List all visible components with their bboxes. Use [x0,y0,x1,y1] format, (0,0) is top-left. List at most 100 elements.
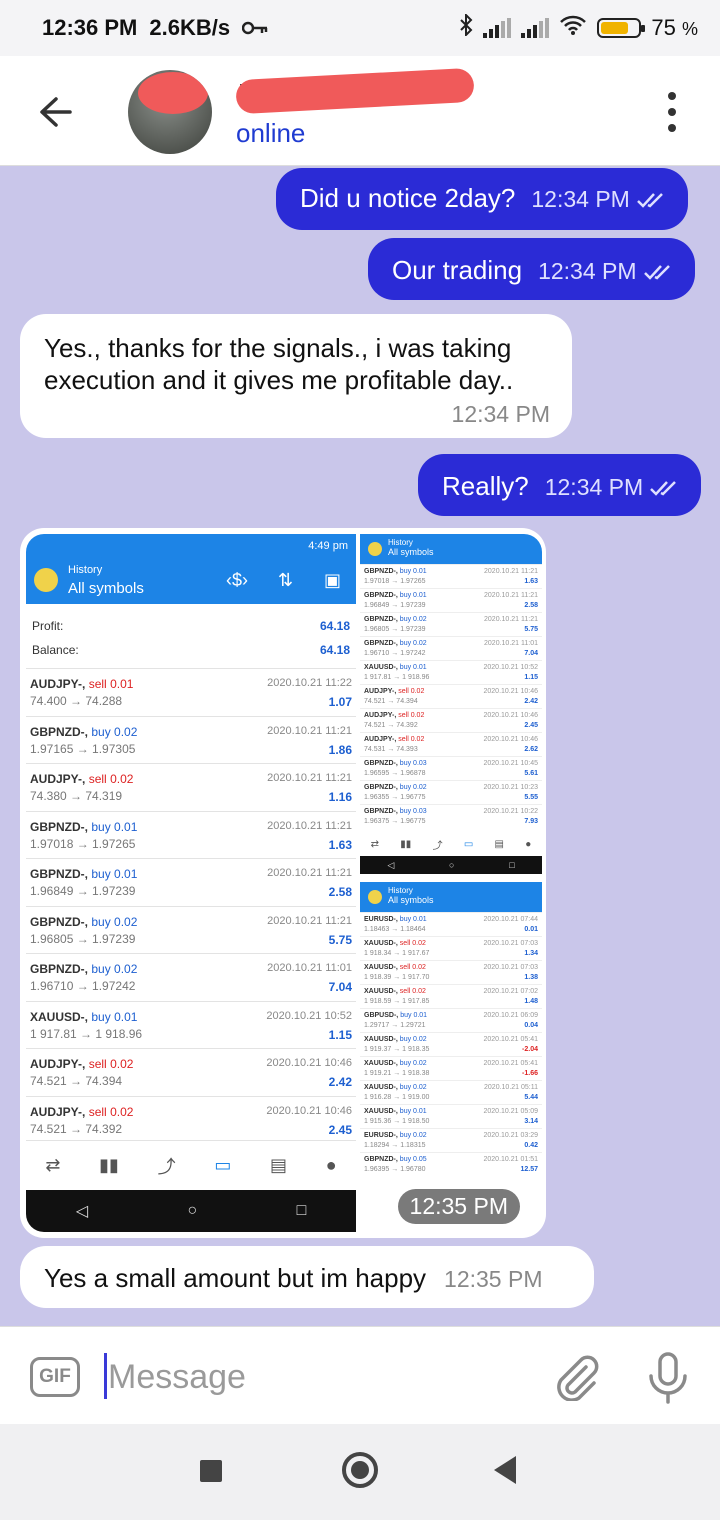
trade-profit: 7.04 [524,650,538,657]
trade-lot: 0.02 [110,1104,134,1119]
trade-row[interactable]: AUDJPY-, sell 0.02 74.521 → 74.392 2020.10… [26,1095,356,1144]
message-out[interactable]: Our trading 12:34 PM [368,238,695,300]
trade-date: 2020.10.21 10:46 [483,712,539,719]
trade-profit: 5.44 [524,1094,538,1101]
contact-name[interactable]: D [235,67,476,115]
back-button[interactable] [36,92,76,132]
trade-row[interactable]: GBPNZD-, buy 0.02 1.96805 → 1.97239 2020.1… [26,905,356,954]
trade-side: sell 0.02 [89,772,134,786]
trade-row[interactable]: GBPNZD-, buy 0.01 1.96849 → 1.97239 2020.1… [360,588,542,612]
trade-lot: 0.02 [114,724,138,739]
trend-icon: ⤴ [157,1156,176,1177]
screenshot-bottom[interactable]: History All symbols EURUSD-, buy 0.01 1.1… [360,882,542,1232]
trade-lot: 0.02 [412,964,426,971]
trade-prices: 1.96395 → 1.96780 [364,1166,426,1173]
avatar[interactable] [128,70,212,154]
home-button[interactable] [342,1452,378,1488]
gif-button[interactable]: GIF [30,1357,80,1397]
chat-icon: ● [525,838,532,850]
microphone-icon [649,1352,687,1404]
trade-row[interactable]: GBPNZD-, buy 0.02 1.97165 → 1.97305 2020.1… [26,715,356,764]
trade-row[interactable]: XAUUSD-, buy 0.01 1 917.81 → 1 918.96 2020… [26,1000,356,1049]
trade-row[interactable]: AUDJPY-, sell 0.02 74.521 → 74.392 2020.10… [360,708,542,732]
trade-symbol-text: GBPNZD-, [30,819,88,834]
trade-row[interactable]: XAUUSD-, buy 0.02 1 919.21 → 1 918.38 2020… [360,1056,542,1080]
trade-side-text: buy [399,568,412,575]
trade-side-text: buy [91,867,111,881]
screenshot-nav: ⇄ ▮▮ ⤴ ▭ ▤ ● [26,1140,356,1190]
message-text: Yes., thanks for the signals., i was tak… [44,333,514,395]
message-text: Really? [442,471,529,501]
trade-row[interactable]: GBPNZD-, buy 0.02 1.96710 → 1.97242 2020.1… [26,953,356,1001]
trade-row[interactable]: GBPUSD-, buy 0.01 1.29717 → 1.29721 2020.1… [360,1008,542,1032]
trade-symbol-text: XAUUSD-, [364,988,398,995]
summary-label: Profit: [32,619,64,633]
message-out[interactable]: Really? 12:34 PM [418,454,702,516]
trade-row[interactable]: XAUUSD-, buy 0.02 1 919.37 → 1 918.35 2020… [360,1032,542,1056]
screenshot-nav: ⇄ ▮▮ ⤴ ▭ ▤ ● [360,832,542,856]
trade-row[interactable]: AUDJPY-, sell 0.01 74.400 → 74.288 2020.10… [26,668,356,716]
message-in[interactable]: Yes., thanks for the signals., i was tak… [20,314,572,438]
trade-row[interactable]: XAUUSD-, sell 0.02 1 918.34 → 1 917.67 202… [360,936,542,960]
screenshot-title-small: History [388,886,413,895]
trade-row[interactable]: EURUSD-, buy 0.02 1.18294 → 1.18315 2020.1… [360,1128,542,1152]
trade-profit: 1.38 [524,974,538,981]
trade-row[interactable]: XAUUSD-, buy 0.01 1 915.36 → 1 918.50 2020… [360,1104,542,1128]
trade-row[interactable]: GBPNZD-, buy 0.01 1.96849 → 1.97239 2020.1… [26,858,356,906]
trade-profit: 1.63 [328,837,352,852]
trade-date: 2020.10.21 10:46 [266,1057,352,1069]
trade-row[interactable]: GBPNZD-, buy 0.05 1.96395 → 1.96780 2020.1… [360,1152,542,1176]
trade-symbol: EURUSD-, buy 0.02 [364,1132,427,1139]
trade-lot: 0.02 [413,1060,427,1067]
trade-row[interactable]: EURUSD-, buy 0.01 1.18463 → 1.18464 2020.1… [360,912,542,936]
quotes-icon: ⇄ [370,838,380,850]
trade-symbol-text: XAUUSD-, [364,964,398,971]
trade-row[interactable]: GBPNZD-, buy 0.03 1.96595 → 1.96878 2020.1… [360,756,542,780]
trade-lot: 0.01 [413,664,427,671]
trade-row[interactable]: GBPNZD-, buy 0.02 1.96355 → 1.96775 2020.1… [360,780,542,804]
trade-row[interactable]: AUDJPY-, sell 0.02 74.521 → 74.394 2020.10… [26,1048,356,1096]
recents-button[interactable] [200,1460,222,1482]
system-back-button[interactable] [494,1456,516,1484]
trade-symbol: GBPUSD-, buy 0.01 [364,1012,427,1019]
more-menu-button[interactable] [662,92,682,132]
trade-row[interactable]: AUDJPY-, sell 0.02 74.380 → 74.319 2020.10… [26,763,356,811]
trade-lot: 0.02 [114,962,138,976]
trade-side: sell 0.01 [89,677,134,691]
trade-row[interactable]: GBPNZD-, buy 0.02 1.96805 → 1.97239 2020.1… [360,612,542,636]
screenshot-title: All symbols [68,580,144,597]
trade-row[interactable]: AUDJPY-, sell 0.02 74.531 → 74.393 2020.10… [360,732,542,756]
mic-button[interactable] [646,1351,690,1405]
trade-row[interactable]: XAUUSD-, sell 0.02 1 918.39 → 1 917.70 202… [360,960,542,984]
trade-row[interactable]: XAUUSD-, buy 0.01 1 917.81 → 1 918.96 2020… [360,660,542,684]
message-time: 12:35 PM [444,1266,543,1292]
image-message[interactable]: 4:49 pm History All symbols ‹$› ⇅ ▣ Prof… [20,528,546,1238]
app-logo-icon [34,568,58,592]
trade-lot: 0.02 [413,616,427,623]
trade-lot: 0.01 [413,1012,428,1019]
message-in[interactable]: Yes a small amount but im happy 12:35 PM [20,1246,594,1308]
trade-row[interactable]: XAUUSD-, buy 0.02 1 916.28 → 1 919.00 2020… [360,1080,542,1104]
screenshot-main[interactable]: 4:49 pm History All symbols ‹$› ⇅ ▣ Prof… [26,534,356,1232]
trade-row[interactable]: GBPNZD-, buy 0.01 1.97018 → 1.97265 2020.1… [360,564,542,588]
compose-bar: GIF [0,1326,720,1424]
trade-row[interactable]: AUDJPY-, sell 0.02 74.521 → 74.394 2020.10… [360,684,542,708]
screenshot-top[interactable]: History All symbols GBPNZD-, buy 0.01 1.9… [360,534,542,874]
trade-symbol: AUDJPY-, sell 0.02 [30,1057,133,1071]
message-out[interactable]: Did u notice 2day? 12:34 PM [276,168,688,230]
trade-side: buy 0.02 [400,1084,427,1091]
screenshot-status-time: 4:49 pm [308,540,348,552]
arrow-left-icon [40,97,72,127]
trade-symbol: GBPNZD-, buy 0.03 [364,808,427,815]
trade-row[interactable]: GBPNZD-, buy 0.02 1.96710 → 1.97242 2020.1… [360,636,542,660]
trade-row[interactable]: GBPNZD-, buy 0.03 1.96375 → 1.96775 2020.1… [360,804,542,828]
summary-value: 64.18 [319,643,350,657]
trade-row[interactable]: XAUUSD-, sell 0.02 1 918.59 → 1 917.85 202… [360,984,542,1008]
screenshot-app-bar: History All symbols [360,534,542,564]
trade-row[interactable]: GBPNZD-, buy 0.01 1.97018 → 1.97265 2020.1… [26,810,356,859]
chat-header: D online [0,56,720,166]
trade-date: 2020.10.21 10:52 [483,664,539,671]
message-input[interactable] [108,1355,528,1399]
attach-button[interactable] [552,1353,600,1402]
trade-lot: 0.02 [410,688,425,695]
